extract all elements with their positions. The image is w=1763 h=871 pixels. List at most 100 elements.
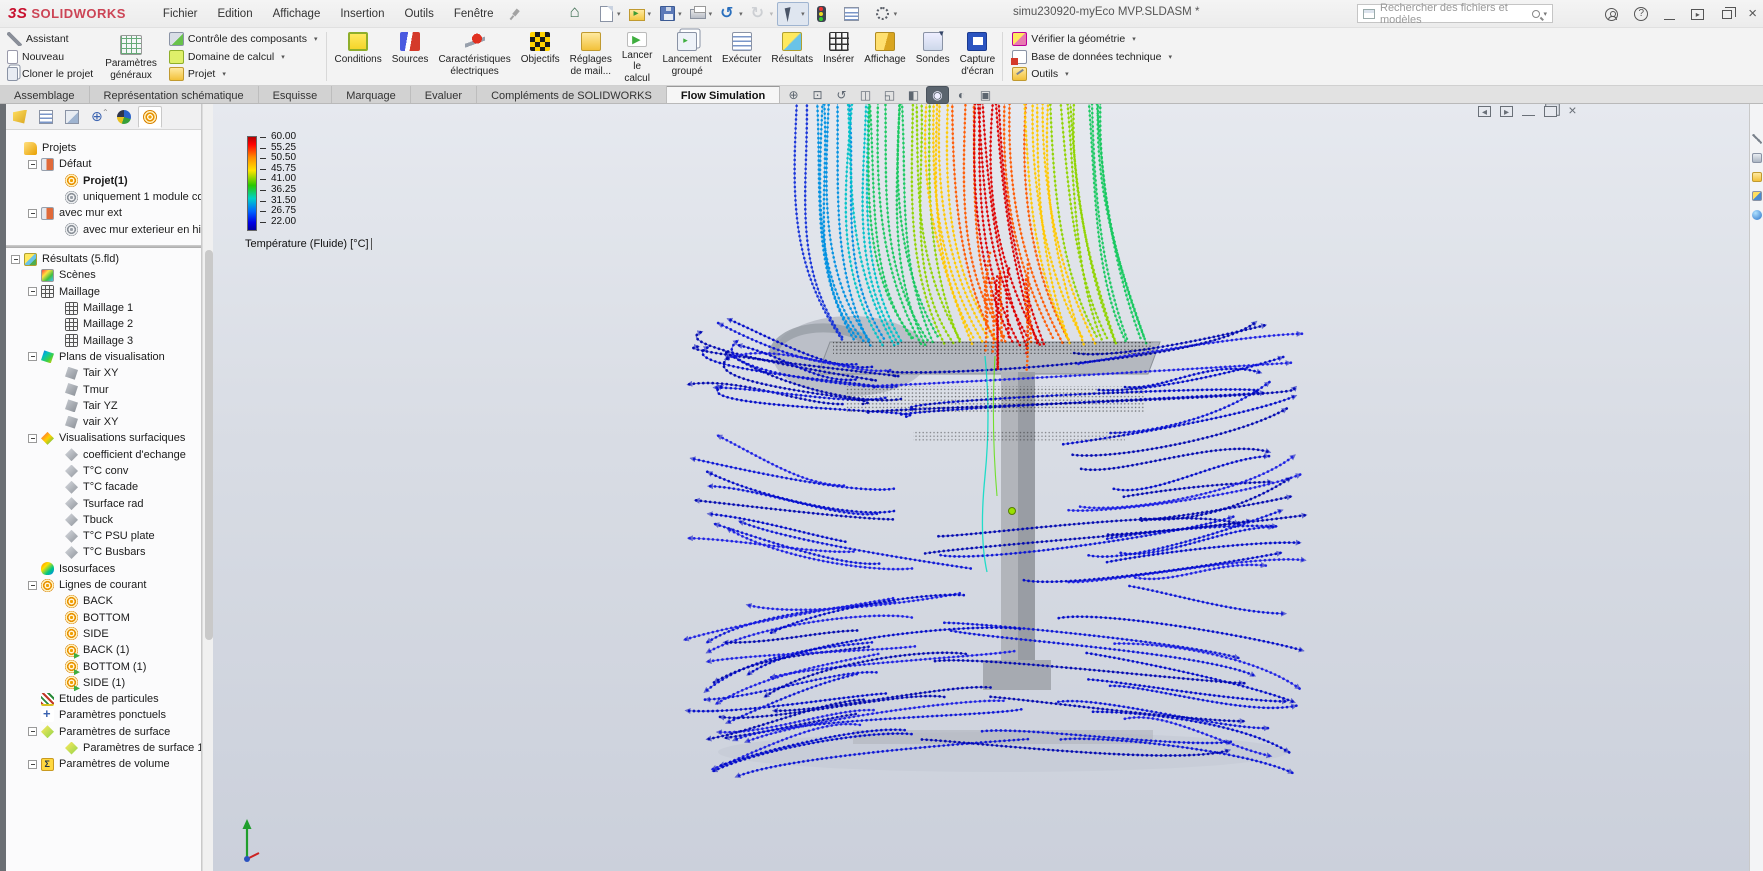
dropdown-arrow-icon[interactable]: ▾ (314, 35, 318, 43)
command-tab[interactable]: Représentation schématique (89, 86, 259, 103)
tree-item[interactable]: Visualisations surfaciques (6, 430, 191, 446)
panel-collapse-arrow-icon[interactable]: ⌃ (102, 108, 109, 117)
ribbon-big-button[interactable]: Affichage (859, 28, 911, 85)
dropdown-arrow-icon[interactable]: ▾ (222, 70, 226, 78)
view-orientation-icon[interactable]: ◱ (879, 87, 900, 103)
search-input[interactable]: Rechercher des fichiers et modèles (1380, 2, 1532, 26)
ribbon-big-button[interactable]: Objectifs (516, 28, 565, 85)
ribbon-big-button[interactable]: Sondes (911, 28, 955, 85)
tree-item[interactable]: Tmur (6, 381, 191, 397)
tree-item[interactable]: Tbuck (6, 512, 191, 528)
panel-tab[interactable] (34, 106, 58, 128)
quick-access-button[interactable]: ▾ (747, 3, 777, 25)
menu-item[interactable]: Insertion (331, 4, 393, 24)
search-dropdown-icon[interactable]: ▾ (1543, 10, 1547, 18)
expander-minus-icon[interactable] (28, 159, 37, 169)
tree-item[interactable]: T°C PSU plate (6, 528, 191, 544)
tree-item[interactable]: Scènes (6, 267, 191, 283)
tree-item[interactable]: BOTTOM (6, 610, 191, 626)
tree-item[interactable]: Maillage 3 (6, 332, 191, 348)
ribbon-big-button[interactable]: Lancement groupé (657, 28, 716, 85)
general-settings-button[interactable]: Paramètres généraux (100, 28, 162, 85)
ribbon-big-button[interactable]: Résultats (766, 28, 818, 85)
panel-tab[interactable] (138, 105, 162, 128)
tree-splitter[interactable] (6, 245, 201, 248)
quick-access-button[interactable]: ▾ (777, 1, 809, 26)
tree-item[interactable]: Plans de visualisation (6, 349, 191, 365)
hide-show-items-icon[interactable]: ◉ (927, 87, 948, 103)
dropdown-arrow-icon[interactable]: ▾ (770, 10, 774, 18)
command-tab[interactable]: Compléments de SOLIDWORKS (477, 86, 667, 103)
view-palette-icon[interactable] (1751, 191, 1762, 201)
dropdown-arrow-icon[interactable]: ▾ (1132, 35, 1136, 43)
doc-minimize-icon[interactable] (1522, 108, 1535, 116)
design-library-icon[interactable] (1751, 153, 1762, 163)
ribbon-big-button[interactable]: Capture d'écran (955, 28, 1001, 85)
ribbon-big-button[interactable]: Exécuter (717, 28, 766, 85)
dropdown-arrow-icon[interactable]: ▾ (281, 53, 285, 61)
tree-item[interactable]: Projets (6, 140, 191, 156)
menu-item[interactable]: Fenêtre (445, 4, 503, 24)
section-view-icon[interactable]: ◫ (855, 87, 876, 103)
command-tab[interactable]: Evaluer (410, 86, 478, 103)
pane-right-icon[interactable]: ▸ (1500, 106, 1513, 118)
quick-access-button[interactable]: ▾ (716, 3, 746, 25)
expander-minus-icon[interactable] (11, 254, 20, 264)
tree-item[interactable]: uniquement 1 module conv (6, 189, 201, 205)
tree-item[interactable]: avec mur exterieur en hiver (6, 221, 201, 237)
command-tab[interactable]: Assemblage (0, 86, 90, 103)
menu-item[interactable]: Outils (395, 4, 442, 24)
tree-item[interactable]: Isosurfaces (6, 561, 191, 577)
tree-item[interactable]: Etudes de particules (6, 691, 191, 707)
tree-item[interactable]: SIDE (1) (6, 675, 191, 691)
ribbon-small-button[interactable]: Projet ▾ (166, 66, 321, 82)
graphics-viewport[interactable]: 60.00 55.25 50.50 45.75 41.00 36.25 31.50 26.75… (213, 104, 1749, 871)
appearances-icon[interactable] (1751, 210, 1762, 220)
tree-item[interactable]: Maillage 1 (6, 300, 191, 316)
quick-access-button[interactable]: ▾ (565, 2, 595, 25)
tree-item[interactable]: Tair XY (6, 365, 191, 381)
ribbon-big-button[interactable]: Insérer (818, 28, 859, 85)
restore-icon[interactable] (1722, 6, 1737, 19)
help-icon[interactable]: ? (1634, 7, 1649, 21)
search-box[interactable]: Rechercher des fichiers et modèles ▾ (1357, 2, 1553, 26)
dropdown-arrow-icon[interactable]: ▾ (739, 10, 743, 18)
tree-item[interactable]: Paramètres de surface (6, 724, 191, 740)
dropdown-arrow-icon[interactable]: ▾ (801, 10, 805, 18)
ribbon-small-button[interactable]: Nouveau (4, 49, 96, 65)
file-explorer-icon[interactable] (1751, 172, 1762, 182)
expander-minus-icon[interactable] (28, 727, 37, 737)
tree-item[interactable]: Défaut (6, 156, 191, 172)
panel-tab[interactable] (60, 106, 84, 128)
search-scope-icon[interactable] (1363, 8, 1375, 19)
quick-access-button[interactable]: ▾ (810, 3, 839, 25)
expander-minus-icon[interactable] (28, 352, 37, 362)
tree-item[interactable]: T°C facade (6, 479, 191, 495)
quick-access-button[interactable]: ▾ (625, 4, 655, 24)
tree-item[interactable]: BOTTOM (1) (6, 658, 191, 674)
quick-access-button[interactable]: ▾ (655, 3, 685, 25)
search-icon[interactable] (1532, 9, 1541, 18)
ribbon-big-button[interactable]: Conditions (329, 28, 386, 85)
dropdown-arrow-icon[interactable]: ▾ (617, 10, 621, 18)
ribbon-big-button[interactable]: Sources (387, 28, 434, 85)
scene-icon[interactable]: ▣ (975, 87, 996, 103)
dropdown-arrow-icon[interactable]: ▾ (648, 10, 652, 18)
ribbon-small-button[interactable]: Base de données technique ▾ (1009, 49, 1175, 65)
ribbon-small-button[interactable]: Outils ▾ (1009, 66, 1175, 82)
zoom-area-icon[interactable]: ⊡ (807, 87, 828, 103)
expander-minus-icon[interactable] (28, 759, 37, 769)
quick-access-button[interactable]: ▾ (686, 3, 716, 25)
zoom-fit-icon[interactable]: ⊕ (783, 87, 804, 103)
ribbon-small-button[interactable]: Cloner le projet (4, 66, 96, 82)
panel-tab[interactable] (8, 106, 32, 128)
ribbon-big-button[interactable]: Caractéristiques électriques (433, 28, 515, 85)
tree-item[interactable]: BACK (6, 593, 191, 609)
expander-minus-icon[interactable] (28, 208, 37, 218)
display-style-icon[interactable]: ◧ (903, 87, 924, 103)
expander-minus-icon[interactable] (28, 287, 37, 297)
menu-item[interactable]: Edition (208, 4, 261, 24)
tree-scrollbar[interactable] (202, 104, 213, 871)
tree-item[interactable]: T°C conv (6, 463, 191, 479)
tree-item[interactable]: Maillage (6, 284, 191, 300)
